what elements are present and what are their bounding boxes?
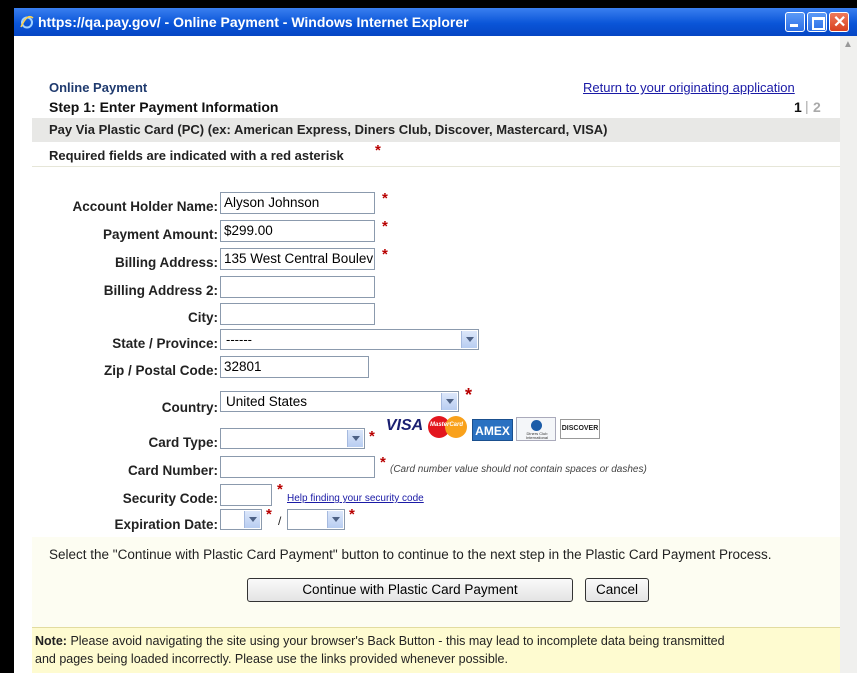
window-title: https://qa.pay.gov/ - Online Payment - W…: [38, 14, 469, 30]
chevron-down-icon[interactable]: [327, 511, 343, 528]
billing-address-asterisk: *: [382, 246, 388, 263]
zip-input[interactable]: 32801: [220, 356, 369, 378]
visa-logo: VISA: [385, 417, 424, 434]
expiration-year-select[interactable]: [287, 509, 345, 530]
cancel-button[interactable]: Cancel: [585, 578, 649, 602]
security-code-input[interactable]: [220, 484, 272, 506]
card-type-asterisk: *: [369, 428, 375, 445]
note-line1-text: Please avoid navigating the site using y…: [70, 634, 725, 648]
country-asterisk: *: [465, 385, 473, 405]
city-input[interactable]: [220, 303, 375, 325]
chevron-down-icon[interactable]: [441, 393, 457, 410]
payment-amount-label: Payment Amount:: [102, 227, 218, 242]
card-number-hint: (Card number value should not contain sp…: [390, 464, 647, 475]
billing-address-input[interactable]: 135 West Central Boulev: [220, 248, 375, 270]
billing-address2-input[interactable]: [220, 276, 375, 298]
card-type-select[interactable]: [220, 428, 365, 449]
account-holder-input[interactable]: Alyson Johnson: [220, 192, 375, 214]
instructions-text: Select the "Continue with Plastic Card P…: [49, 547, 772, 562]
security-code-asterisk: *: [277, 481, 283, 498]
chevron-down-icon[interactable]: [244, 511, 260, 528]
close-icon: ✕: [833, 14, 847, 31]
country-select[interactable]: United States: [220, 391, 459, 412]
internet-explorer-icon: [20, 15, 34, 29]
maximize-button[interactable]: [807, 12, 827, 32]
diners-club-logo: Diners Club International: [516, 417, 556, 441]
billing-address2-label: Billing Address 2:: [103, 283, 218, 298]
security-help-link[interactable]: Help finding your security code: [287, 493, 424, 504]
chevron-down-icon[interactable]: [461, 331, 477, 348]
note-label: Note:: [35, 634, 67, 648]
chevron-down-icon[interactable]: [347, 430, 363, 447]
step-next: 2: [813, 99, 821, 115]
expiration-month-asterisk: *: [266, 506, 272, 523]
note-line1: Note: Please avoid navigating the site u…: [35, 634, 725, 648]
expiration-year-asterisk: *: [349, 506, 355, 523]
state-select-value: ------: [226, 332, 252, 347]
card-number-asterisk: *: [380, 454, 386, 471]
expiration-month-select[interactable]: [220, 509, 262, 530]
card-number-label: Card Number:: [127, 463, 218, 478]
state-select[interactable]: ------: [220, 329, 479, 350]
billing-address-label: Billing Address:: [114, 255, 218, 270]
payment-amount-input[interactable]: $299.00: [220, 220, 375, 242]
security-code-label: Security Code:: [122, 491, 218, 506]
country-label: Country:: [161, 400, 218, 415]
pay-via-text: Pay Via Plastic Card (PC) (ex: American …: [49, 122, 608, 137]
zip-label: Zip / Postal Code:: [103, 363, 218, 378]
card-number-input[interactable]: [220, 456, 375, 478]
minimize-button[interactable]: [785, 12, 805, 32]
amex-logo: AMEX: [472, 419, 513, 441]
discover-logo: DISCOVER: [560, 419, 600, 439]
payment-amount-asterisk: *: [382, 218, 388, 235]
required-note: Required fields are indicated with a red…: [49, 148, 344, 163]
step-current: 1: [794, 99, 802, 115]
maximize-icon: [812, 17, 825, 30]
scroll-up-icon[interactable]: ▲: [842, 39, 854, 51]
minimize-icon: [790, 24, 798, 27]
account-holder-asterisk: *: [382, 190, 388, 207]
note-line2: and pages being loaded incorrectly. Plea…: [35, 652, 508, 666]
mastercard-logo: MasterCard: [428, 416, 468, 438]
account-holder-label: Account Holder Name:: [72, 199, 218, 214]
country-select-value: United States: [226, 394, 308, 409]
city-label: City:: [188, 310, 218, 325]
step-title: Step 1: Enter Payment Information: [49, 99, 279, 115]
form-panel: [32, 167, 840, 537]
return-link[interactable]: Return to your originating application: [583, 80, 795, 95]
vertical-scrollbar[interactable]: ▲: [839, 36, 857, 673]
step-separator: |: [805, 98, 809, 114]
browser-window: https://qa.pay.gov/ - Online Payment - W…: [14, 8, 857, 673]
title-bar: https://qa.pay.gov/ - Online Payment - W…: [14, 8, 857, 36]
app-name: Online Payment: [49, 80, 148, 95]
expiration-label: Expiration Date:: [114, 517, 218, 532]
expiration-separator: /: [278, 514, 282, 528]
required-asterisk: *: [375, 142, 381, 159]
continue-button[interactable]: Continue with Plastic Card Payment: [247, 578, 573, 602]
card-type-label: Card Type:: [148, 435, 218, 450]
close-button[interactable]: ✕: [829, 12, 849, 32]
state-label: State / Province:: [112, 336, 218, 351]
page-content: Online Payment Return to your originatin…: [32, 36, 840, 673]
